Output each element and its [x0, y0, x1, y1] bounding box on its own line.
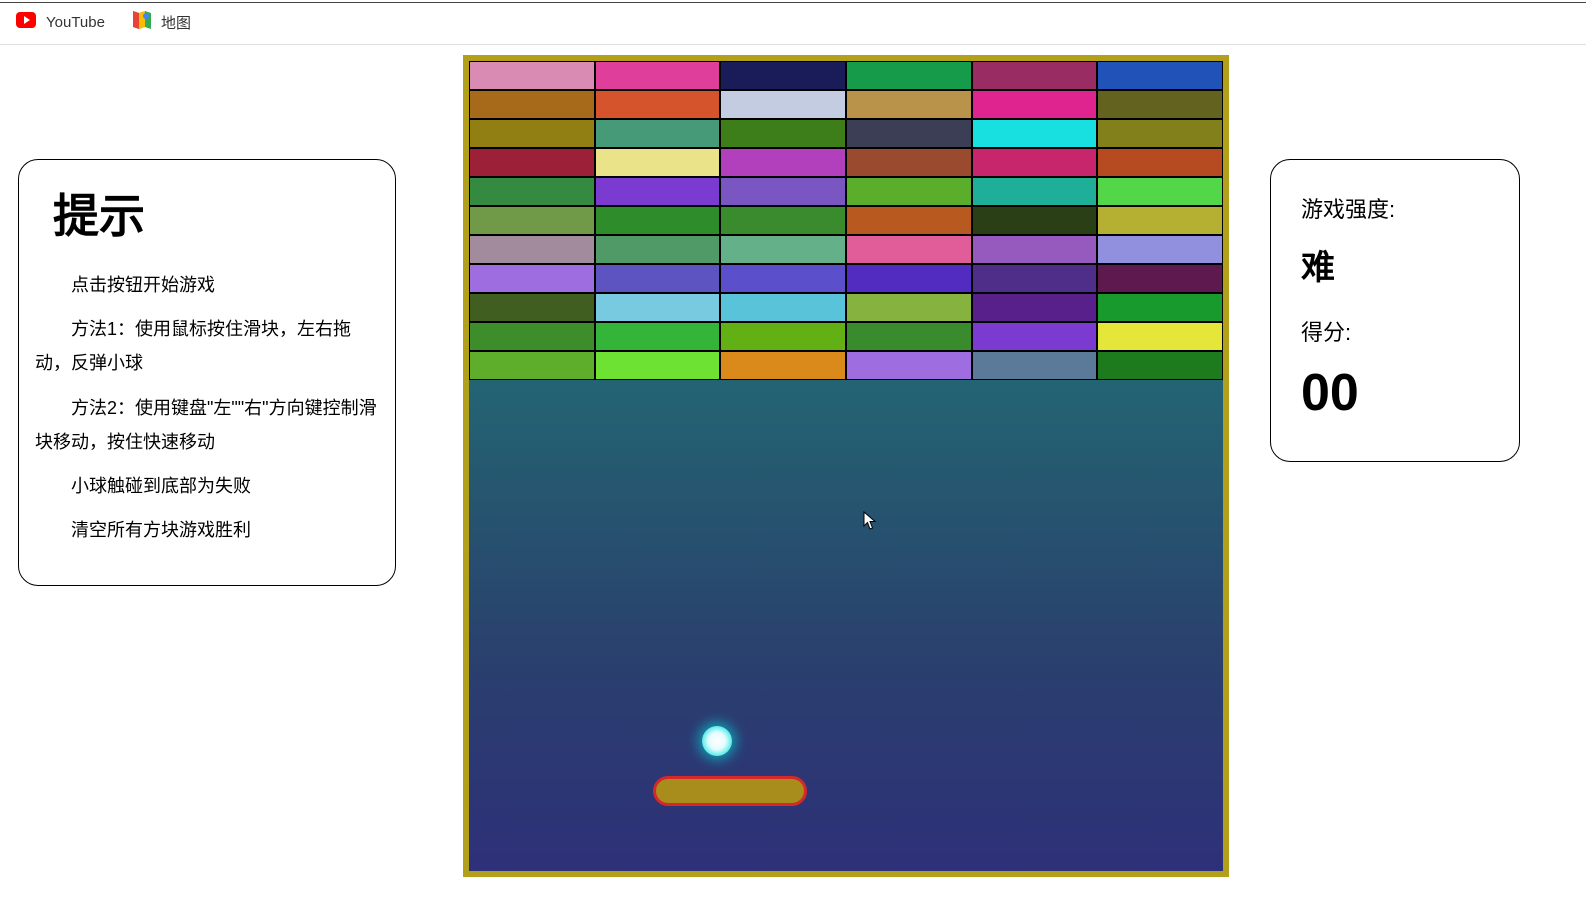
brick — [846, 235, 972, 264]
brick — [1097, 177, 1223, 206]
brick — [720, 177, 846, 206]
brick — [846, 264, 972, 293]
brick — [595, 119, 721, 148]
brick — [720, 206, 846, 235]
score-label: 得分: — [1301, 315, 1489, 347]
brick — [595, 264, 721, 293]
brick — [469, 293, 595, 322]
brick — [720, 264, 846, 293]
brick — [720, 322, 846, 351]
brick — [595, 90, 721, 119]
youtube-icon — [16, 12, 36, 32]
tips-line-5: 清空所有方块游戏胜利 — [35, 513, 379, 547]
brick — [846, 206, 972, 235]
brick — [595, 293, 721, 322]
brick — [972, 235, 1098, 264]
brick — [846, 322, 972, 351]
brick — [1097, 119, 1223, 148]
brick — [595, 61, 721, 90]
brick — [846, 119, 972, 148]
brick — [469, 61, 595, 90]
brick — [972, 119, 1098, 148]
brick — [469, 177, 595, 206]
brick — [469, 90, 595, 119]
brick — [972, 206, 1098, 235]
brick — [595, 351, 721, 380]
brick — [972, 61, 1098, 90]
intensity-label: 游戏强度: — [1301, 192, 1489, 224]
cursor-pointer-icon — [863, 511, 877, 536]
maps-icon — [133, 11, 151, 33]
bookmark-maps[interactable]: 地图 — [133, 11, 191, 33]
brick — [846, 90, 972, 119]
brick — [720, 119, 846, 148]
brick — [1097, 206, 1223, 235]
brick — [595, 235, 721, 264]
game-canvas[interactable] — [469, 61, 1223, 871]
brick — [720, 148, 846, 177]
tips-line-1: 点击按钮开始游戏 — [35, 268, 379, 302]
tips-line-3: 方法2：使用键盘"左""右"方向键控制滑块移动，按住快速移动 — [35, 391, 379, 459]
brick — [972, 351, 1098, 380]
brick — [595, 322, 721, 351]
brick — [595, 177, 721, 206]
bookmark-youtube[interactable]: YouTube — [16, 12, 105, 32]
brick — [846, 148, 972, 177]
brick — [972, 148, 1098, 177]
brick — [972, 177, 1098, 206]
brick — [1097, 235, 1223, 264]
brick — [720, 90, 846, 119]
ball — [702, 726, 732, 756]
bookmark-youtube-label: YouTube — [46, 14, 105, 31]
brick — [972, 90, 1098, 119]
brick — [1097, 264, 1223, 293]
tips-title: 提示 — [53, 180, 379, 246]
brick — [595, 148, 721, 177]
brick — [1097, 293, 1223, 322]
brick — [469, 206, 595, 235]
brick — [469, 264, 595, 293]
brick — [846, 177, 972, 206]
brick — [469, 148, 595, 177]
brick — [720, 61, 846, 90]
brick — [972, 264, 1098, 293]
brick — [720, 235, 846, 264]
brick — [1097, 148, 1223, 177]
tips-line-4: 小球触碰到底部为失败 — [35, 469, 379, 503]
score-value: 00 — [1301, 363, 1489, 423]
game-frame — [463, 55, 1229, 877]
brick — [595, 206, 721, 235]
brick — [720, 293, 846, 322]
brick — [720, 351, 846, 380]
tips-line-2: 方法1：使用鼠标按住滑块，左右拖动，反弹小球 — [35, 312, 379, 380]
bookmark-maps-label: 地图 — [161, 12, 191, 33]
brick — [972, 322, 1098, 351]
brick — [1097, 322, 1223, 351]
brick — [1097, 351, 1223, 380]
tips-panel: 提示 点击按钮开始游戏 方法1：使用鼠标按住滑块，左右拖动，反弹小球 方法2：使… — [18, 159, 396, 586]
brick — [1097, 61, 1223, 90]
intensity-value: 难 — [1301, 240, 1489, 289]
brick — [469, 322, 595, 351]
brick-grid — [469, 61, 1223, 380]
brick — [972, 293, 1098, 322]
brick — [846, 293, 972, 322]
brick — [469, 351, 595, 380]
brick — [1097, 90, 1223, 119]
paddle[interactable] — [653, 776, 807, 806]
bookmarks-bar: YouTube 地图 — [0, 0, 1586, 45]
brick — [469, 235, 595, 264]
brick — [846, 351, 972, 380]
brick — [469, 119, 595, 148]
brick — [846, 61, 972, 90]
status-panel: 游戏强度: 难 得分: 00 — [1270, 159, 1520, 462]
